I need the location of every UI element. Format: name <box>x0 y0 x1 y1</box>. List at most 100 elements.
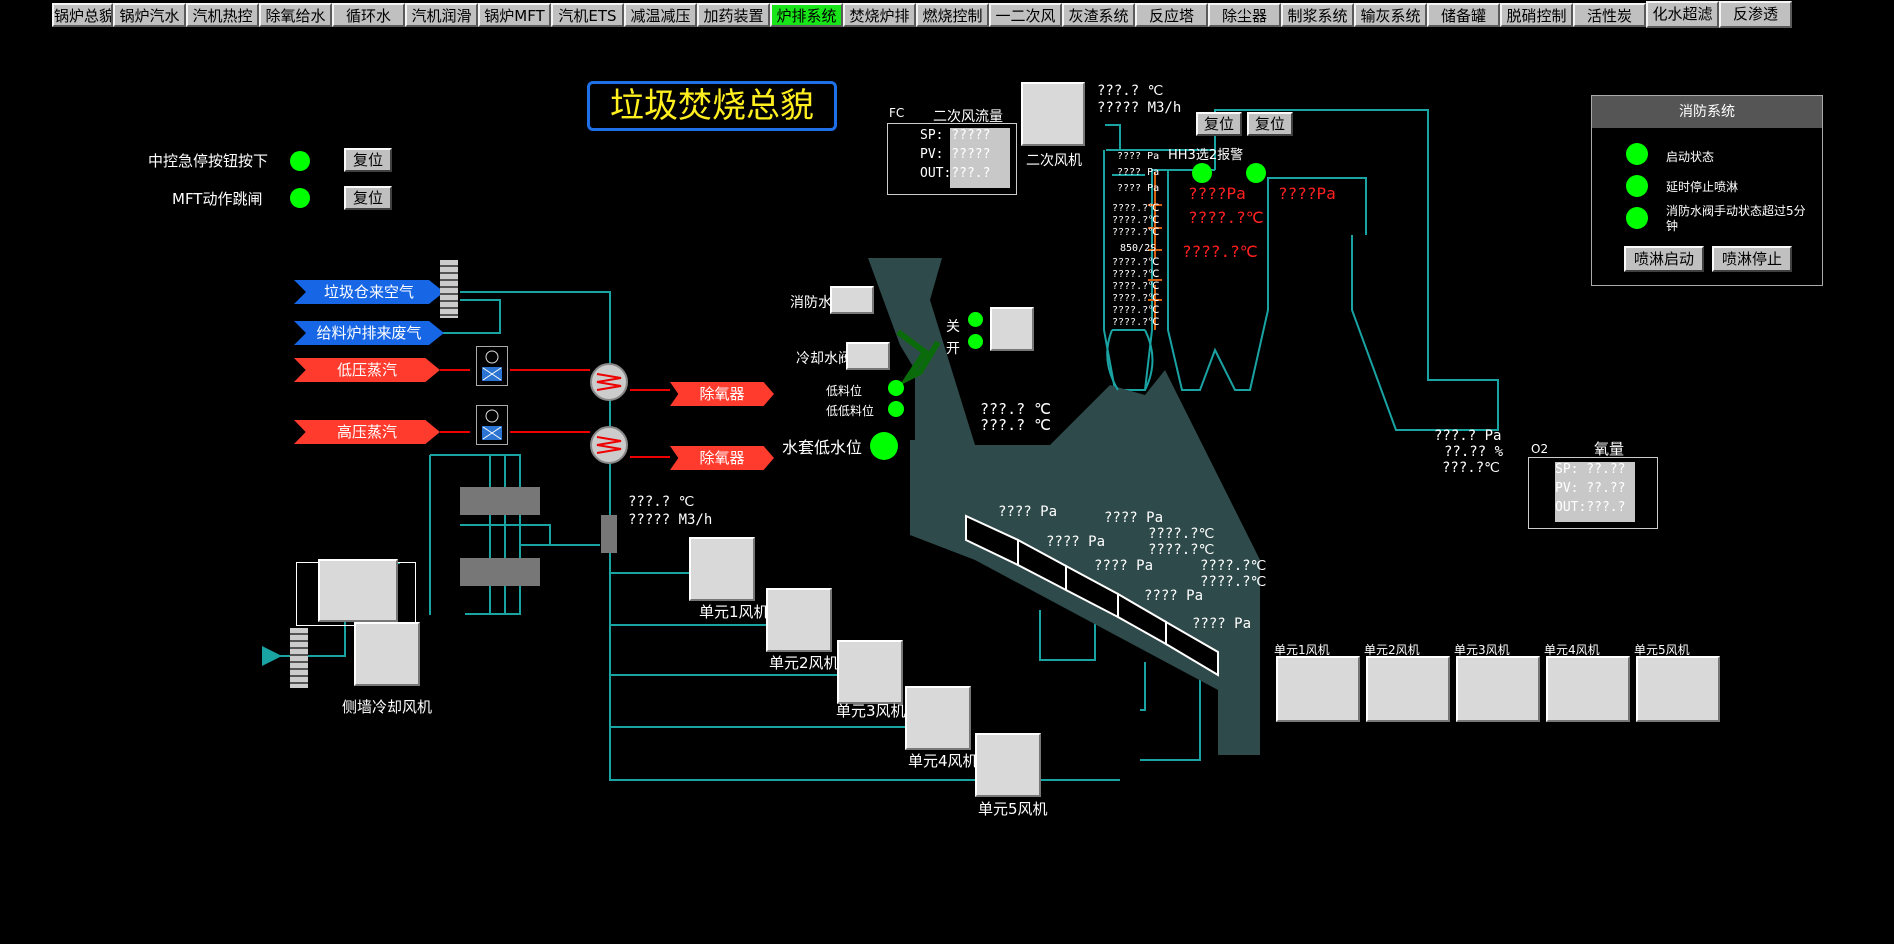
unit-fan-4[interactable] <box>905 686 971 750</box>
bottom-fan-5[interactable] <box>1636 656 1720 722</box>
feed-exhaust-inlet: 给料炉排来废气 <box>294 321 444 345</box>
furnace-small-pressure: ???? Pa <box>1117 167 1160 178</box>
garbage-air-inlet: 垃圾仓来空气 <box>294 280 444 304</box>
mft-reset-button[interactable]: 复位 <box>344 186 392 210</box>
estop-reset-button[interactable]: 复位 <box>344 148 392 172</box>
furnace-small-temp: ????.?℃ <box>1112 305 1160 316</box>
secondary-air-fan[interactable] <box>1021 82 1085 146</box>
heater-icon <box>590 426 628 464</box>
fire-water-valve[interactable] <box>830 286 874 314</box>
cool-water-label: 冷却水阀 <box>796 351 852 367</box>
oxygen-sp: SP: ??.?? <box>1555 462 1626 477</box>
fire-manual-label: 消防水阀手动状态超过5分钟 <box>1666 204 1806 233</box>
cool-water-valve[interactable] <box>846 342 890 370</box>
fire-delay-lamp <box>1626 175 1648 197</box>
mft-lamp <box>290 188 310 208</box>
page-title: 垃圾焚烧总貌 <box>587 81 837 131</box>
secondary-air-panel[interactable]: SP: ????? PV: ????? OUT:???.? <box>887 123 1017 195</box>
side-cooling-fan-1[interactable] <box>318 559 398 622</box>
side-fan-damper <box>290 628 308 688</box>
fire-start-lamp <box>1626 143 1648 165</box>
grate-pressure-1: ???? Pa <box>998 504 1058 520</box>
estop-label: 中控急停按钮按下 <box>148 152 269 170</box>
furnace-small-pressure: ???? Pa <box>1117 151 1160 162</box>
steam-heater-1 <box>589 362 629 402</box>
valve-icon <box>482 409 502 440</box>
lowlow-level-label: 低低料位 <box>826 404 875 418</box>
grate-pressure-2: ???? Pa <box>1104 510 1164 526</box>
grate-pressure-5: ???? Pa <box>1144 588 1204 604</box>
unit-fan-label: 单元3风机 <box>836 702 906 720</box>
outlet-pressure: ???.? Pa <box>1434 428 1502 444</box>
bottom-fan-3[interactable] <box>1456 656 1540 722</box>
furnace-reset-button-1[interactable]: 复位 <box>1196 112 1242 136</box>
bottom-fan-2[interactable] <box>1366 656 1450 722</box>
side-cooling-fan-2[interactable] <box>354 622 420 686</box>
bottom-fan-1[interactable] <box>1276 656 1360 722</box>
low-steam-valve[interactable] <box>476 346 508 386</box>
fire-system-panel: 消防系统 启动状态 延时停止喷淋 消防水阀手动状态超过5分钟 喷淋启动 喷淋停止 <box>1591 95 1823 286</box>
side-fan-label: 侧墙冷却风机 <box>342 698 433 716</box>
low-level-lamp <box>888 380 904 396</box>
estop-lamp <box>290 151 310 171</box>
oxygen-title: 氧量 <box>1594 440 1625 458</box>
cooler-2 <box>460 558 540 586</box>
furnace-small-pressure: ???? Pa <box>1117 183 1160 194</box>
heater-icon <box>590 363 628 401</box>
spray-start-button[interactable]: 喷淋启动 <box>1624 246 1704 272</box>
high-steam-valve[interactable] <box>476 405 508 445</box>
grate-temp-4: ????.?℃ <box>1200 574 1267 590</box>
hopper-open-lamp <box>968 334 983 349</box>
grate-pressure-4: ???? Pa <box>1094 558 1154 574</box>
unit-fan-1[interactable] <box>689 537 755 601</box>
grate-temp-3: ????.?℃ <box>1200 558 1267 574</box>
primary-air-flow: ????? M3/h <box>628 512 713 528</box>
furnace-reset-button-2[interactable]: 复位 <box>1247 112 1293 136</box>
furnace-small-temp: ????.?℃ <box>1112 269 1160 280</box>
furnace-red-pressure-1: ????Pa <box>1188 184 1246 203</box>
furnace-small-temp: ????.?℃ <box>1112 257 1160 268</box>
unit-fan-label: 单元1风机 <box>699 603 769 621</box>
oxygen-panel[interactable]: SP: ??.?? PV: ??.?? OUT:???.? <box>1528 457 1658 529</box>
furnace-small-temp: ????.?℃ <box>1112 227 1160 238</box>
grate-temp-1: ????.?℃ <box>1148 526 1215 542</box>
fire-start-label: 启动状态 <box>1666 150 1715 164</box>
hopper-close-label: 关 <box>946 319 960 335</box>
hh-alarm-lamp-1 <box>1192 163 1212 183</box>
bottom-fan-4[interactable] <box>1546 656 1630 722</box>
lowlow-level-lamp <box>888 401 904 417</box>
unit-fan-3[interactable] <box>837 640 903 704</box>
furnace-small-temp: ????.?℃ <box>1112 281 1160 292</box>
furnace-small-temp: ????.?℃ <box>1112 215 1160 226</box>
grate-pressure-3: ???? Pa <box>1046 534 1106 550</box>
hopper-close-lamp <box>968 312 983 327</box>
unit-fan-label: 单元4风机 <box>908 752 978 770</box>
unit-fan-2[interactable] <box>766 588 832 652</box>
secondary-air-sp: SP: ????? <box>920 128 991 143</box>
water-jacket-low-lamp <box>870 432 898 460</box>
furnace-small-temp: ????.?℃ <box>1112 293 1160 304</box>
steam-heater-2 <box>589 425 629 465</box>
furnace-red-temp-1: ????.?℃ <box>1188 208 1264 227</box>
o2-tag: O2 <box>1531 442 1549 456</box>
unit-fan-5[interactable] <box>975 733 1041 797</box>
secondary-air-flow: ????? M3/h <box>1097 100 1182 116</box>
spray-stop-button[interactable]: 喷淋停止 <box>1712 246 1792 272</box>
valve-icon <box>482 350 502 381</box>
furnace-red-pressure-2: ????Pa <box>1278 184 1336 203</box>
furnace-small-temp: ????.?℃ <box>1112 317 1160 328</box>
fc-tag: FC <box>889 106 905 120</box>
secondary-air-pv: PV: ????? <box>920 147 991 162</box>
grate-pressure-6: ???? Pa <box>1192 616 1252 632</box>
cooler-1 <box>460 487 540 515</box>
primary-air-damper[interactable] <box>601 515 617 553</box>
secondary-fan-label: 二次风机 <box>1026 153 1082 169</box>
deaerator-outlet-1: 除氧器 <box>670 382 774 406</box>
water-jacket-low-label: 水套低水位 <box>782 438 863 457</box>
low-pressure-steam-inlet: 低压蒸汽 <box>294 358 440 382</box>
secondary-air-temp: ???.? ℃ <box>1097 83 1164 99</box>
temp-850-label: 850/2S <box>1120 243 1157 254</box>
hopper-temp-2: ???.? ℃ <box>980 416 1052 434</box>
hopper-gate[interactable] <box>990 307 1034 351</box>
fire-water-label: 消防水 <box>790 295 832 311</box>
